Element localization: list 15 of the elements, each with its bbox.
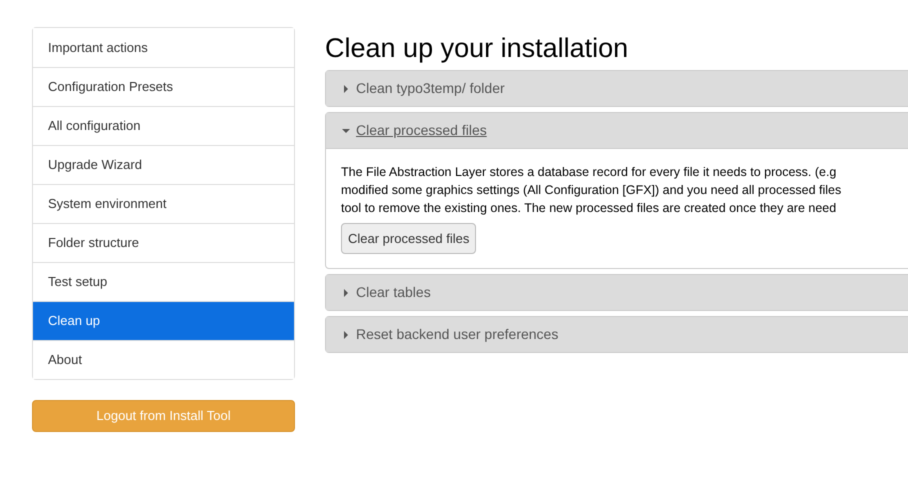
panel-header[interactable]: Reset backend user preferences — [326, 317, 908, 352]
description-line: The File Abstraction Layer stores a database record for every file it needs to process. (e.g — [341, 164, 838, 181]
panel-header[interactable]: Clear tables — [326, 275, 908, 310]
caret-down-icon — [342, 126, 350, 134]
panel-header[interactable]: Clean typo3temp/ folder — [326, 71, 908, 106]
sidebar-item[interactable]: About — [33, 340, 294, 379]
caret-right-icon — [342, 288, 350, 296]
page-title: Clean up your installation — [325, 32, 630, 64]
description-line: tool to remove the existing ones. The new processed files are created once they are need — [341, 200, 838, 217]
clear-button[interactable]: Clear processed files — [341, 223, 476, 254]
sidebar-item[interactable]: Clean up — [33, 301, 294, 340]
panel-header[interactable]: Clear processed files — [326, 113, 908, 148]
caret-right-icon — [342, 330, 350, 338]
description-line: modified some graphics settings (All Configuration [GFX]) and you need all processed files — [341, 182, 842, 199]
caret-right-icon — [342, 84, 350, 92]
